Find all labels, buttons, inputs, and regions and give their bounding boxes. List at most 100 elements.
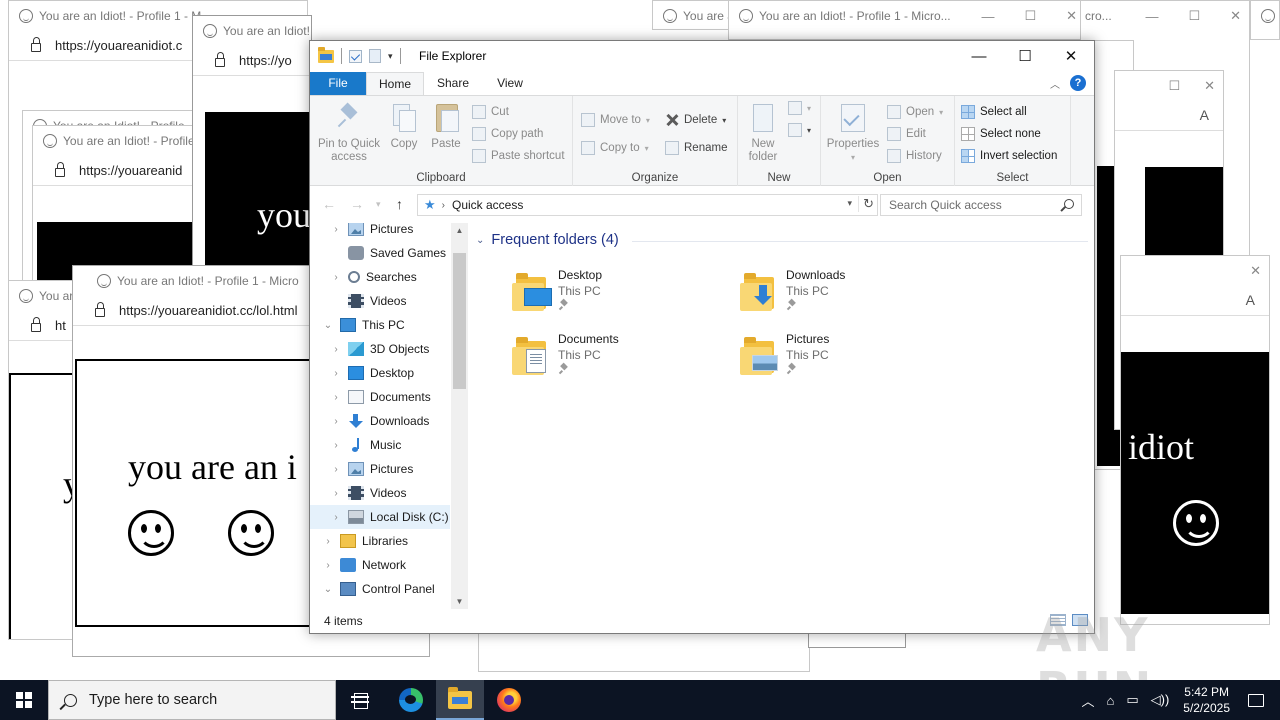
task-view-button[interactable] (336, 680, 384, 720)
firefox-taskbar-button[interactable] (485, 680, 533, 720)
tree-item-libraries[interactable]: › Libraries (310, 529, 450, 553)
maximize-icon[interactable]: ☐ (1024, 8, 1036, 24)
close-icon[interactable]: ✕ (1204, 78, 1215, 94)
chevron-right-icon[interactable]: › (330, 368, 342, 379)
delete-button[interactable]: Delete ▾ (665, 110, 726, 130)
window-controls[interactable]: ☐ ✕ (1168, 71, 1215, 101)
reader-mode-icon[interactable]: A (1200, 107, 1209, 123)
idiot-window-left-3[interactable]: You are an Idiot! - Profile https://youa… (32, 125, 202, 285)
tree-item-downloads[interactable]: › Downloads (310, 409, 450, 433)
forward-arrow-icon[interactable]: → (350, 196, 364, 212)
chevron-right-icon[interactable]: › (322, 536, 334, 547)
scroll-up-icon[interactable]: ▲ (451, 226, 468, 235)
tree-item-videos-pc[interactable]: › Videos (310, 481, 450, 505)
close-button[interactable]: ✕ (1048, 41, 1094, 71)
chevron-right-icon[interactable]: › (330, 392, 342, 403)
select-none-button[interactable]: Select none (961, 124, 1041, 144)
rename-button[interactable]: Rename (665, 138, 727, 158)
tab-view[interactable]: View (485, 72, 535, 95)
edge-taskbar-button[interactable] (387, 680, 435, 720)
chevron-down-icon[interactable]: ⌄ (322, 320, 334, 331)
new-item-button[interactable]: ▾ (788, 98, 811, 118)
tree-item-music[interactable]: › Music (310, 433, 450, 457)
help-icon[interactable]: ? (1070, 75, 1086, 91)
back-arrow-icon[interactable]: ← (322, 196, 336, 212)
easy-access-button[interactable]: ▾ (788, 120, 811, 140)
idiot-window-titlebar[interactable]: You are an Idiot! - Profile 1 - Micro (193, 16, 311, 46)
chevron-right-icon[interactable]: › (330, 416, 342, 427)
chevron-right-icon[interactable]: › (330, 464, 342, 475)
close-icon[interactable]: ✕ (1066, 8, 1077, 24)
notifications-icon[interactable] (1248, 693, 1264, 707)
tree-item-this-pc[interactable]: ⌄ This PC (310, 313, 450, 337)
up-arrow-icon[interactable]: ↑ (396, 196, 403, 212)
copy-to-button[interactable]: Copy to ▾ (581, 138, 649, 158)
maximize-button[interactable]: ☐ (1002, 41, 1048, 71)
properties-button[interactable]: Properties ▾ (825, 102, 881, 164)
idiot-window-mid[interactable]: You are an Idiot! - Profile 1 - Micro ht… (192, 15, 312, 285)
reader-mode-icon[interactable]: A (1246, 292, 1255, 308)
tree-item-pictures-pc[interactable]: › Pictures (310, 457, 450, 481)
move-to-button[interactable]: Move to ▾ (581, 110, 650, 130)
idiot-window-addressbar[interactable]: https://youareanid (33, 156, 201, 186)
tab-file[interactable]: File (310, 72, 366, 95)
address-dropdown-icon[interactable]: ▾ (847, 198, 852, 209)
new-folder-qat-icon[interactable] (369, 49, 381, 63)
idiot-window-titlebar[interactable] (1251, 1, 1279, 31)
idiot-window-titlebar[interactable]: cro... — ☐ ✕ (1081, 1, 1249, 31)
tray-app-icon[interactable]: ⌂ (1106, 693, 1114, 708)
tree-item-saved-games[interactable]: Saved Games (310, 241, 450, 265)
minimize-icon[interactable]: — (981, 9, 994, 24)
navigation-scrollbar[interactable]: ▲ ▼ (451, 223, 468, 609)
properties-qat-icon[interactable] (349, 49, 362, 63)
network-icon[interactable]: ▭ (1126, 692, 1138, 708)
maximize-icon[interactable]: ☐ (1188, 8, 1200, 24)
cut-button[interactable]: Cut (472, 102, 509, 122)
show-hidden-icons-icon[interactable]: ︿ (1081, 691, 1094, 710)
tree-item-network[interactable]: › Network (310, 553, 450, 577)
idiot-window-addressbar[interactable]: A (1121, 286, 1269, 316)
window-controls[interactable]: — ☐ ✕ (1145, 1, 1241, 31)
scroll-down-icon[interactable]: ▼ (451, 597, 468, 606)
search-input[interactable]: Search Quick access (880, 194, 1082, 216)
file-explorer-window[interactable]: ▾ File Explorer — ☐ ✕ File Home Share Vi… (309, 40, 1095, 634)
breadcrumb-quick-access[interactable]: Quick access (452, 198, 523, 212)
copy-button[interactable]: Copy (386, 102, 422, 151)
volume-icon[interactable]: ◁)) (1151, 692, 1170, 708)
folder-tile-desktop[interactable]: Desktop This PC (512, 267, 732, 323)
clock[interactable]: 5:42 PM 5/2/2025 (1183, 684, 1230, 716)
folder-tile-pictures[interactable]: Pictures This PC (740, 331, 960, 387)
select-all-button[interactable]: Select all (961, 102, 1027, 122)
tree-item-searches[interactable]: › Searches (310, 265, 450, 289)
minimize-icon[interactable]: — (1145, 9, 1158, 24)
taskbar-search-box[interactable]: Type here to search (48, 680, 336, 720)
chevron-right-icon[interactable]: › (322, 560, 334, 571)
chevron-right-icon[interactable]: › (330, 512, 342, 523)
customize-qat-icon[interactable]: ▾ (388, 51, 393, 62)
idiot-window-addressbar[interactable]: A (1115, 101, 1223, 131)
chevron-right-icon[interactable]: › (330, 488, 342, 499)
file-explorer-taskbar-button[interactable] (436, 680, 484, 720)
tree-item-pictures[interactable]: › Pictures (310, 223, 450, 241)
idiot-window-addressbar[interactable]: https://yo (193, 46, 311, 76)
minimize-ribbon-icon[interactable]: ︿ (1050, 76, 1060, 91)
idiot-window-titlebar[interactable]: ☐ ✕ (1115, 71, 1223, 101)
chevron-right-icon[interactable]: › (330, 272, 342, 283)
tree-item-local-disk[interactable]: › Local Disk (C:) (310, 505, 450, 529)
maximize-icon[interactable]: ☐ (1168, 78, 1180, 94)
chevron-right-icon[interactable]: › (330, 440, 342, 451)
tree-item-desktop[interactable]: › Desktop (310, 361, 450, 385)
folder-tile-documents[interactable]: Documents This PC (512, 331, 732, 387)
open-button[interactable]: Open ▾ (887, 102, 943, 122)
scrollbar-thumb[interactable] (453, 253, 466, 389)
recent-locations-icon[interactable]: ▾ (376, 199, 381, 210)
idiot-window-titlebar[interactable]: You are an Idiot! - Profile 1 - Micro...… (729, 1, 1085, 31)
close-icon[interactable]: ✕ (1230, 8, 1241, 24)
chevron-down-icon[interactable]: ⌄ (322, 584, 334, 595)
frequent-folders-header[interactable]: ⌄ Frequent folders (4) (476, 232, 619, 248)
tree-item-control-panel[interactable]: ⌄ Control Panel (310, 577, 450, 601)
window-controls[interactable]: ✕ (1250, 256, 1261, 286)
tree-item-documents[interactable]: › Documents (310, 385, 450, 409)
edit-button[interactable]: Edit (887, 124, 926, 144)
window-controls[interactable]: — ☐ ✕ (981, 1, 1077, 31)
